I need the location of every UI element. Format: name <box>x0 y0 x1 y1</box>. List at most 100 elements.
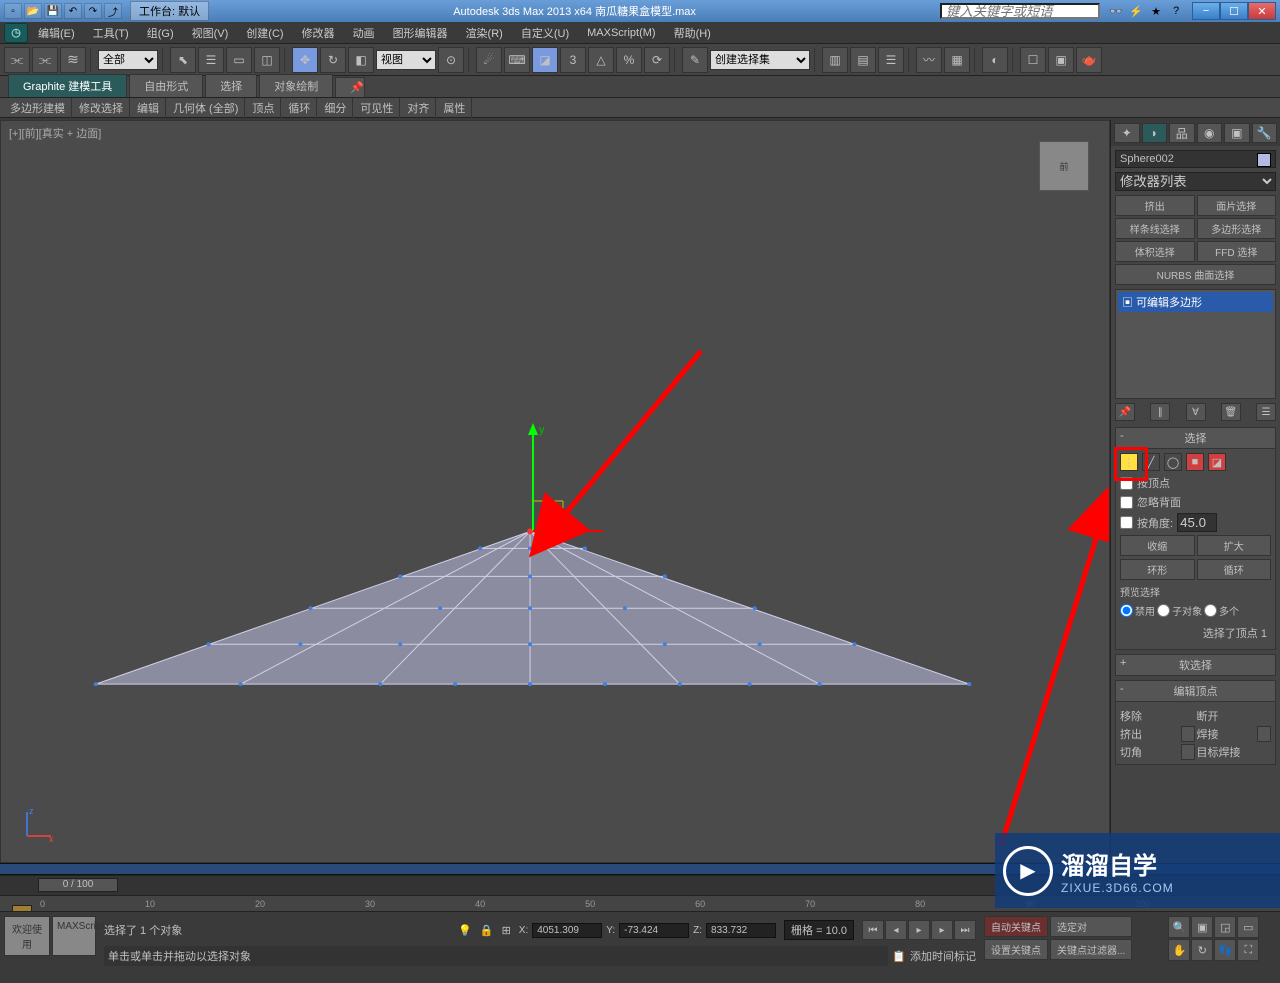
rb-subdiv[interactable]: 细分 <box>318 98 353 118</box>
ref-coord-dropdown[interactable]: 视图 <box>376 50 436 70</box>
tab-selection[interactable]: 选择 <box>205 74 257 97</box>
z-coord-input[interactable]: 833.732 <box>706 923 776 938</box>
help-icon[interactable]: ? <box>1168 3 1184 19</box>
snap3-icon[interactable]: 3 <box>560 47 586 73</box>
by-angle-checkbox[interactable] <box>1120 516 1133 529</box>
key-filters-button[interactable]: 关键点过滤器... <box>1050 939 1132 960</box>
pan-icon[interactable]: ✋ <box>1168 939 1190 961</box>
scale-icon[interactable]: ◧ <box>348 47 374 73</box>
object-color-swatch[interactable] <box>1257 153 1271 167</box>
rb-loop[interactable]: 循环 <box>282 98 317 118</box>
snap-percent-icon[interactable]: % <box>616 47 642 73</box>
rb-align[interactable]: 对齐 <box>401 98 436 118</box>
mod-ffd-select[interactable]: FFD 选择 <box>1197 241 1277 262</box>
set-key-button[interactable]: 设置关键点 <box>984 939 1048 960</box>
abs-rel-icon[interactable]: ⊞ <box>502 924 511 937</box>
utilities-tab-icon[interactable]: 🔧 <box>1252 123 1278 143</box>
minimize-button[interactable]: − <box>1192 2 1220 20</box>
mirror-icon[interactable]: ▥ <box>822 47 848 73</box>
mini-listener-button[interactable]: MAXScript <box>52 916 96 956</box>
grow-button[interactable]: 扩大 <box>1197 535 1272 556</box>
maximize-button[interactable]: ☐ <box>1220 2 1248 20</box>
chamfer-button[interactable]: 切角 <box>1120 744 1179 760</box>
tab-paint[interactable]: 对象绘制 <box>259 74 333 97</box>
zoom-extents-icon[interactable]: ◲ <box>1214 916 1236 938</box>
mod-extrude[interactable]: 挤出 <box>1115 195 1195 216</box>
select-icon[interactable]: ⬉ <box>170 47 196 73</box>
element-subobj-icon[interactable]: ◪ <box>1208 453 1226 471</box>
walk-icon[interactable]: 👣 <box>1214 939 1236 961</box>
chamfer-settings-icon[interactable] <box>1181 744 1195 760</box>
stack-editable-poly[interactable]: ▣ 可编辑多边形 <box>1118 292 1273 312</box>
move-gizmo[interactable]: y x <box>463 411 603 551</box>
selection-filter-dropdown[interactable]: 全部 <box>98 50 158 70</box>
show-end-icon[interactable]: ∥ <box>1150 403 1170 421</box>
menu-group[interactable]: 组(G) <box>139 23 182 43</box>
rb-poly-model[interactable]: 多边形建模 <box>4 98 72 118</box>
ignore-back-checkbox[interactable] <box>1120 496 1133 509</box>
make-unique-icon[interactable]: ∀ <box>1186 403 1206 421</box>
rb-edit[interactable]: 编辑 <box>131 98 166 118</box>
rollout-soft-header[interactable]: 软选择 <box>1115 654 1276 676</box>
layers-icon[interactable]: ☰ <box>878 47 904 73</box>
snap-angle-icon[interactable]: △ <box>588 47 614 73</box>
weld-settings-icon[interactable] <box>1257 726 1271 742</box>
menu-create[interactable]: 创建(C) <box>238 23 291 43</box>
ribbon-pin-icon[interactable]: 📌 <box>335 77 365 97</box>
menu-rendering[interactable]: 渲染(R) <box>458 23 511 43</box>
select-rect-icon[interactable]: ▭ <box>226 47 252 73</box>
maximize-viewport-icon[interactable]: ⛶ <box>1237 939 1259 961</box>
extrude-vertex-button[interactable]: 挤出 <box>1120 726 1179 742</box>
tab-graphite[interactable]: Graphite 建模工具 <box>8 74 127 97</box>
welcome-button[interactable]: 欢迎使用 <box>4 916 50 956</box>
auto-key-button[interactable]: 自动关键点 <box>984 916 1048 937</box>
break-button[interactable]: 断开 <box>1197 708 1272 724</box>
viewport-front[interactable]: [+][前][真实 + 边面] 前 <box>0 120 1110 863</box>
preview-subobj-radio[interactable] <box>1157 604 1170 617</box>
help-search-input[interactable] <box>940 3 1100 19</box>
create-tab-icon[interactable]: ✦ <box>1114 123 1140 143</box>
bind-icon[interactable]: ≋ <box>60 47 86 73</box>
menu-maxscript[interactable]: MAXScript(M) <box>579 25 663 41</box>
spinner-icon[interactable]: ⟳ <box>644 47 670 73</box>
move-icon[interactable]: ✥ <box>292 47 318 73</box>
rb-visibility[interactable]: 可见性 <box>354 98 400 118</box>
extrude-settings-icon[interactable] <box>1181 726 1195 742</box>
angle-input[interactable] <box>1177 513 1217 532</box>
orbit-icon[interactable]: ↻ <box>1191 939 1213 961</box>
rb-modify-sel[interactable]: 修改选择 <box>73 98 130 118</box>
time-slider[interactable]: 0 / 100 <box>38 878 118 892</box>
play-icon[interactable]: ▸ <box>908 920 930 940</box>
rotate-icon[interactable]: ↻ <box>320 47 346 73</box>
zoom-all-icon[interactable]: ▣ <box>1191 916 1213 938</box>
menu-customize[interactable]: 自定义(U) <box>513 23 577 43</box>
motion-tab-icon[interactable]: ◉ <box>1197 123 1223 143</box>
keyboard-icon[interactable]: ⌨ <box>504 47 530 73</box>
rb-geom-all[interactable]: 几何体 (全部) <box>167 98 245 118</box>
material-icon[interactable]: ◐ <box>982 47 1008 73</box>
rollout-selection-header[interactable]: 选择 <box>1115 427 1276 449</box>
pin-stack-icon[interactable]: 📌 <box>1115 403 1135 421</box>
time-tag-icon[interactable]: 📋 <box>892 950 906 963</box>
selected-obj-label[interactable]: 选定对 <box>1050 916 1132 937</box>
target-weld-button[interactable]: 目标焊接 <box>1197 744 1256 760</box>
menu-animation[interactable]: 动画 <box>345 23 383 43</box>
lock-selection-icon[interactable]: 🔒 <box>480 924 494 937</box>
named-selection-dropdown[interactable]: 创建选择集 <box>710 50 810 70</box>
render-frame-icon[interactable]: ▣ <box>1048 47 1074 73</box>
menu-views[interactable]: 视图(V) <box>184 23 237 43</box>
app-menu-icon[interactable]: ◷ <box>4 23 28 43</box>
preview-multi-radio[interactable] <box>1204 604 1217 617</box>
display-tab-icon[interactable]: ▣ <box>1224 123 1250 143</box>
weld-button[interactable]: 焊接 <box>1197 726 1256 742</box>
zoom-region-icon[interactable]: ▭ <box>1237 916 1259 938</box>
qat-save-icon[interactable]: 💾 <box>44 3 62 19</box>
align-icon[interactable]: ▤ <box>850 47 876 73</box>
link-icon[interactable]: ⫘ <box>4 47 30 73</box>
shrink-button[interactable]: 收缩 <box>1120 535 1195 556</box>
mod-nurbs-select[interactable]: NURBS 曲面选择 <box>1115 264 1276 285</box>
hierarchy-tab-icon[interactable]: 品 <box>1169 123 1195 143</box>
x-coord-input[interactable]: 4051.309 <box>532 923 602 938</box>
next-frame-icon[interactable]: ▸ <box>931 920 953 940</box>
favorites-icon[interactable]: ★ <box>1148 3 1164 19</box>
